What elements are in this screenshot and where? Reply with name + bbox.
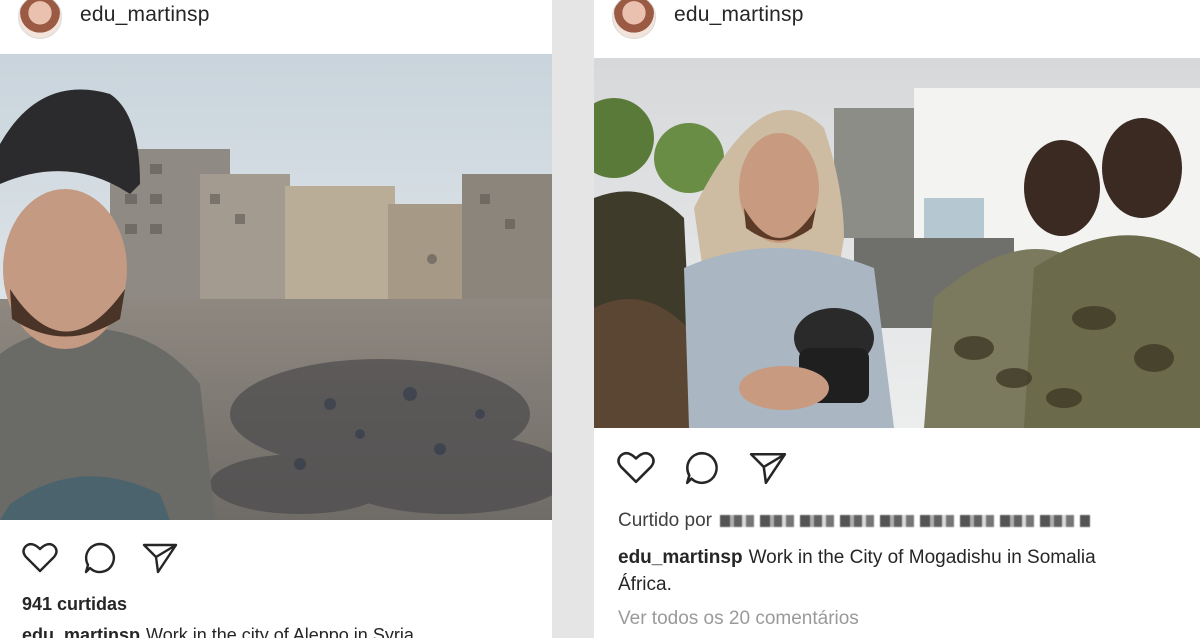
caption: edu_martinsp Work in the city of Aleppo i… bbox=[22, 622, 552, 638]
post-actions bbox=[616, 448, 814, 488]
paper-plane-icon[interactable] bbox=[748, 448, 788, 488]
post-photo-mogadishu[interactable] bbox=[594, 58, 1200, 428]
liked-by-label: Curtido por bbox=[618, 510, 712, 531]
post-right: edu_martinsp Curtido por edu_martinsp Wo… bbox=[594, 0, 1200, 638]
view-all-comments-link[interactable]: Ver todos os 20 comentários bbox=[618, 608, 859, 630]
heart-icon[interactable] bbox=[20, 538, 60, 578]
post-left: edu_martinsp 941 curtidas edu_martinsp W… bbox=[0, 0, 552, 638]
caption-text-line1: Work in the City of Mogadishu in Somalia bbox=[748, 547, 1096, 568]
post-header: edu_martinsp bbox=[0, 0, 552, 48]
username[interactable]: edu_martinsp bbox=[674, 3, 804, 27]
post-header: edu_martinsp bbox=[594, 0, 1200, 48]
username[interactable]: edu_martinsp bbox=[80, 3, 210, 27]
caption: edu_martinsp Work in the City of Mogadish… bbox=[618, 544, 1200, 598]
avatar[interactable] bbox=[612, 0, 656, 39]
heart-icon[interactable] bbox=[616, 448, 656, 488]
comment-icon[interactable] bbox=[80, 538, 120, 578]
likes-count[interactable]: 941 curtidas bbox=[22, 594, 127, 615]
avatar[interactable] bbox=[18, 0, 62, 39]
blurred-usernames bbox=[720, 515, 1090, 527]
liked-by[interactable]: Curtido por bbox=[618, 510, 1090, 532]
paper-plane-icon[interactable] bbox=[140, 538, 180, 578]
comment-icon[interactable] bbox=[682, 448, 722, 488]
caption-username[interactable]: edu_martinsp bbox=[618, 547, 743, 568]
caption-text-line2: África. bbox=[618, 574, 672, 595]
post-actions bbox=[20, 538, 200, 578]
caption-username[interactable]: edu_martinsp bbox=[22, 625, 140, 638]
post-photo-aleppo-selfie[interactable] bbox=[0, 54, 552, 520]
caption-text: Work in the city of Aleppo in Syria bbox=[146, 625, 414, 638]
